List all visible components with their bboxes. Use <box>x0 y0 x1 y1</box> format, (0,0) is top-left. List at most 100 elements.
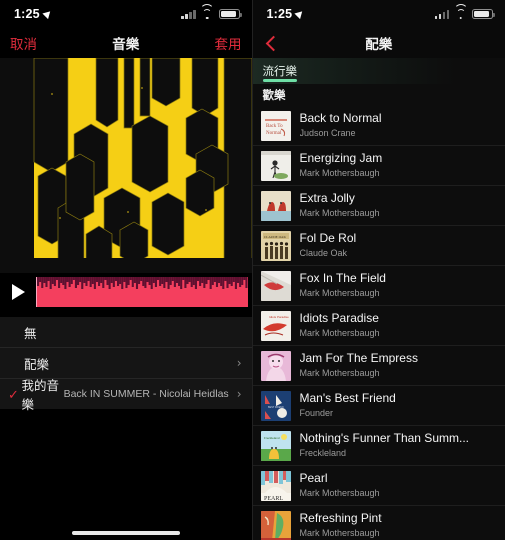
track-title: Man's Best Friend <box>299 391 396 406</box>
back-chevron-icon[interactable] <box>263 35 279 51</box>
track-meta: Fox In The Field Mark Mothersbaugh <box>300 271 386 299</box>
svg-text:PEARL: PEARL <box>264 496 283 501</box>
album-art-energizing-jam <box>260 150 291 181</box>
track-title: Idiots Paradise <box>299 311 379 326</box>
album-art-jam-for-the-empress <box>260 350 291 381</box>
option-label: 我的音樂 <box>21 379 59 412</box>
dual-screenshot: 1:25 取消 音樂 套用 無 配樂 › ✓ 我的音樂 Back IN SUMM… <box>0 0 505 540</box>
cellular-signal-icon <box>181 9 196 20</box>
check-icon: ✓ <box>8 386 19 402</box>
track-meta: Idiots Paradise Mark Mothersbaugh <box>300 311 380 339</box>
list-item[interactable]: Energizing Jam Mark Mothersbaugh <box>252 146 505 186</box>
track-title: Pearl <box>299 471 328 486</box>
chevron-right-icon: › <box>236 356 242 370</box>
tab-pop-music[interactable]: 流行樂 <box>253 58 304 84</box>
album-art-extra-jolly <box>260 190 291 221</box>
album-art-mans-best-friend: BEST FRIEND <box>260 390 291 421</box>
track-meta: Refreshing Pint Mark Mothersbaugh <box>300 511 382 539</box>
album-art-refreshing-pint <box>260 510 291 540</box>
track-artist: Mark Mothersbaugh <box>299 168 380 179</box>
track-title: Nothing's Funner Than Summ... <box>299 431 469 446</box>
album-art-fox-in-the-field <box>260 270 291 301</box>
album-art-back-to-normal: Back To Normal <box>260 110 291 141</box>
track-artist: Mark Mothersbaugh <box>299 368 380 379</box>
cancel-button[interactable]: 取消 <box>10 33 37 53</box>
play-icon <box>11 284 25 300</box>
list-item[interactable]: Refreshing Pint Mark Mothersbaugh <box>253 506 505 540</box>
track-meta: Man's Best Friend Founder <box>300 391 396 419</box>
track-meta: Jam For The Empress Mark Mothersbaugh <box>300 351 418 379</box>
track-title: Energizing Jam <box>299 151 383 166</box>
track-artist: Mark Mothersbaugh <box>299 208 380 219</box>
track-artist: Founder <box>299 408 334 419</box>
track-artist: Claude Oak <box>299 248 348 259</box>
status-time-text: 1:25 <box>14 7 40 21</box>
cellular-signal-icon <box>434 9 449 20</box>
option-row-my-music[interactable]: ✓ 我的音樂 Back IN SUMMER - Nicolai Heidlas … <box>0 379 252 412</box>
home-indicator-left[interactable] <box>71 531 180 535</box>
location-arrow-icon <box>294 7 306 19</box>
option-row-none[interactable]: 無 <box>0 317 252 348</box>
status-time-left: 1:25 <box>14 7 53 21</box>
list-item[interactable]: Fox In The Field Mark Mothersbaugh <box>252 266 505 306</box>
audio-player-bar <box>0 273 252 311</box>
genre-tab-bar: 流行樂 <box>252 58 505 84</box>
track-title: Refreshing Pint <box>299 511 382 526</box>
album-art-pearl: PEARL <box>260 470 291 501</box>
status-time-right: 1:25 <box>266 7 306 21</box>
track-meta: Fol De Rol Claude Oak <box>300 231 357 259</box>
option-value: Back IN SUMMER - Nicolai Heidlas <box>63 388 229 400</box>
battery-icon <box>218 8 242 20</box>
track-list-scroll-area[interactable]: Back To Normal Back to Normal Judson Cran… <box>252 106 505 540</box>
list-item[interactable]: PEARL Pearl Mark Mothersbaugh <box>252 466 505 506</box>
track-title: Back to Normal <box>299 111 382 126</box>
track-meta: Pearl Mark Mothersbaugh <box>300 471 380 499</box>
track-meta: Back to Normal Judson Crane <box>300 111 382 139</box>
battery-icon <box>472 8 495 20</box>
track-title: Extra Jolly <box>299 191 355 206</box>
waveform-track[interactable] <box>36 277 248 307</box>
music-source-options: 無 配樂 › ✓ 我的音樂 Back IN SUMMER - Nicolai H… <box>0 317 252 412</box>
track-artist: Judson Crane <box>299 128 356 139</box>
svg-text:CLAUDE OAK: CLAUDE OAK <box>264 235 286 239</box>
track-meta: Energizing Jam Mark Mothersbaugh <box>300 151 383 179</box>
chevron-right-icon: › <box>236 387 242 401</box>
track-meta: Nothing's Funner Than Summ... Frecklelan… <box>300 431 469 459</box>
svg-text:Freckleland: Freckleland <box>264 436 280 440</box>
section-header-happy: 歡樂 <box>252 84 505 106</box>
apply-button[interactable]: 套用 <box>215 33 242 53</box>
list-item[interactable]: Jam For The Empress Mark Mothersbaugh <box>252 346 505 386</box>
location-arrow-icon <box>42 7 53 19</box>
right-screen-soundtrack-list: 1:25 配樂 流行樂 歡樂 Back To Normal Back to No… <box>251 0 505 540</box>
page-title: 配樂 <box>365 37 393 52</box>
track-title: Fol De Rol <box>299 231 357 246</box>
svg-text:Back To: Back To <box>266 124 283 129</box>
play-button[interactable] <box>0 273 36 311</box>
list-item[interactable]: CLAUDE OAK Fol De Rol Claude Oak <box>252 226 505 266</box>
list-item[interactable]: Freckleland Nothing's Funner Than Summ..… <box>252 426 505 466</box>
section-title: 歡樂 <box>262 90 286 102</box>
track-list: Back To Normal Back to Normal Judson Cran… <box>252 106 505 540</box>
nav-bar-left: 取消 音樂 套用 <box>0 28 252 58</box>
tab-label: 流行樂 <box>262 66 298 78</box>
option-label: 配樂 <box>24 357 50 372</box>
track-artist: Freckleland <box>299 448 347 459</box>
wifi-icon <box>453 4 468 20</box>
nav-bar-right: 配樂 <box>253 28 505 58</box>
track-meta: Extra Jolly Mark Mothersbaugh <box>300 191 380 219</box>
list-item[interactable]: Idiots Paradise Idiots Paradise Mark Mot… <box>252 306 505 346</box>
list-item[interactable]: Extra Jolly Mark Mothersbaugh <box>252 186 505 226</box>
status-time-text: 1:25 <box>266 7 293 21</box>
track-artist: Mark Mothersbaugh <box>299 328 380 339</box>
list-item[interactable]: Back To Normal Back to Normal Judson Cran… <box>252 106 505 146</box>
option-label: 無 <box>24 326 37 341</box>
left-screen-music-picker: 1:25 取消 音樂 套用 無 配樂 › ✓ 我的音樂 Back IN SUMM… <box>0 0 252 540</box>
svg-text:BEST FRIEND: BEST FRIEND <box>268 406 284 409</box>
svg-text:Normal: Normal <box>266 131 282 136</box>
status-bar-left: 1:25 <box>0 0 252 28</box>
status-indicators-right <box>434 4 495 20</box>
track-artist: Mark Mothersbaugh <box>299 488 380 499</box>
album-art-nothings-funner: Freckleland <box>260 430 291 461</box>
status-bar-right: 1:25 <box>253 0 505 28</box>
list-item[interactable]: BEST FRIEND Man's Best Friend Founder <box>252 386 505 426</box>
